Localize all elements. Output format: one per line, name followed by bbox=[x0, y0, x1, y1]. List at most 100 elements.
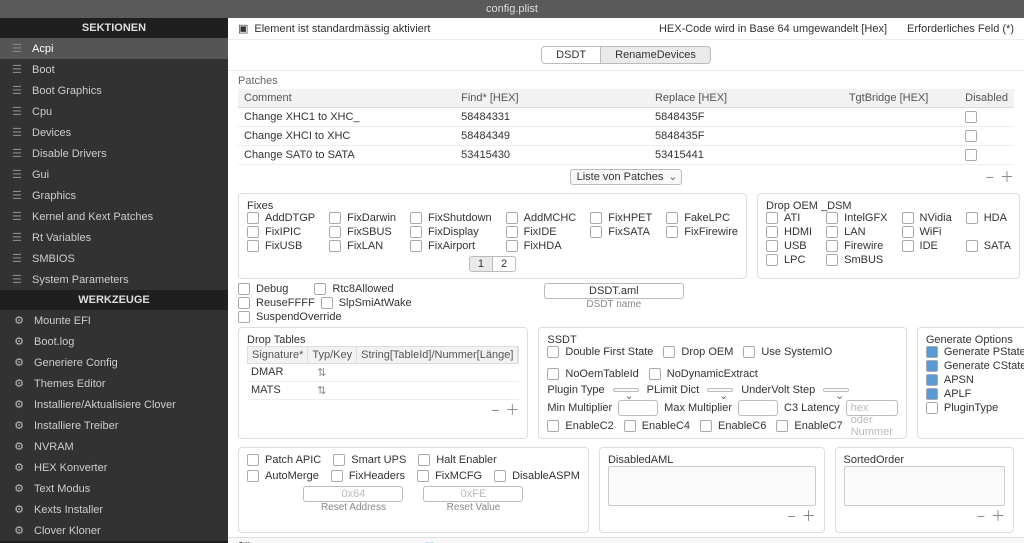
suspend-checkbox[interactable] bbox=[238, 311, 250, 323]
sata-checkbox[interactable] bbox=[966, 240, 978, 252]
lpc-checkbox[interactable] bbox=[766, 254, 778, 266]
table-row[interactable]: MATS⇅ bbox=[247, 382, 519, 400]
tool-item-themes-editor[interactable]: ⚙Themes Editor bbox=[0, 373, 228, 394]
sidebar-item-kernel-and-kext-patches[interactable]: ☰Kernel and Kext Patches bbox=[0, 206, 228, 227]
slp-checkbox[interactable] bbox=[321, 297, 333, 309]
generatepstates-checkbox[interactable] bbox=[926, 346, 938, 358]
plugin-select[interactable] bbox=[613, 388, 639, 392]
fixlan-checkbox[interactable] bbox=[329, 240, 341, 252]
disaspm-checkbox[interactable] bbox=[494, 470, 506, 482]
patches-list-select[interactable]: Liste von Patches bbox=[570, 169, 683, 185]
maxmul-input[interactable] bbox=[738, 400, 778, 416]
dfs-checkbox[interactable] bbox=[547, 346, 559, 358]
drop-remove-icon[interactable]: − bbox=[491, 402, 499, 418]
minmul-input[interactable] bbox=[618, 400, 658, 416]
fixipic-checkbox[interactable] bbox=[247, 226, 259, 238]
halt-checkbox[interactable] bbox=[418, 454, 430, 466]
tool-item-kexts-installer[interactable]: ⚙Kexts Installer bbox=[0, 499, 228, 520]
automerge-checkbox[interactable] bbox=[247, 470, 259, 482]
disabled-checkbox[interactable] bbox=[965, 149, 977, 161]
fixshutdown-checkbox[interactable] bbox=[410, 212, 422, 224]
disabled-checkbox[interactable] bbox=[965, 111, 977, 123]
sidebar-item-rt-variables[interactable]: ☰Rt Variables bbox=[0, 227, 228, 248]
ec6-checkbox[interactable] bbox=[700, 420, 712, 432]
tool-item-hex-konverter[interactable]: ⚙HEX Konverter bbox=[0, 457, 228, 478]
reuse-checkbox[interactable] bbox=[238, 297, 250, 309]
wifi-checkbox[interactable] bbox=[902, 226, 914, 238]
patches-add-icon[interactable]: ＋ bbox=[1000, 167, 1014, 187]
fixes-pager[interactable]: 12 bbox=[469, 256, 516, 272]
fixheaders-checkbox[interactable] bbox=[331, 470, 343, 482]
nodyn-checkbox[interactable] bbox=[649, 368, 661, 380]
rtc-checkbox[interactable] bbox=[314, 283, 326, 295]
tool-item-text-modus[interactable]: ⚙Text Modus bbox=[0, 478, 228, 499]
hdmi-checkbox[interactable] bbox=[766, 226, 778, 238]
tab-renamedevices[interactable]: RenameDevices bbox=[601, 46, 711, 64]
fixhda-checkbox[interactable] bbox=[506, 240, 518, 252]
fixdisplay-checkbox[interactable] bbox=[410, 226, 422, 238]
tool-item-clover-kloner[interactable]: ⚙Clover Kloner bbox=[0, 520, 228, 541]
nooem-checkbox[interactable] bbox=[547, 368, 559, 380]
fixdarwin-checkbox[interactable] bbox=[329, 212, 341, 224]
disabledaml-list[interactable] bbox=[608, 466, 816, 506]
smartups-checkbox[interactable] bbox=[333, 454, 345, 466]
fixide-checkbox[interactable] bbox=[506, 226, 518, 238]
sysio-checkbox[interactable] bbox=[743, 346, 755, 358]
adddtgp-checkbox[interactable] bbox=[247, 212, 259, 224]
tool-item-installiere-aktualisiere-clover[interactable]: ⚙Installiere/Aktualisiere Clover bbox=[0, 394, 228, 415]
fixmcfg-checkbox[interactable] bbox=[417, 470, 429, 482]
c3lat-input[interactable]: hex oder Nummer bbox=[846, 400, 898, 416]
tool-item-boot.log[interactable]: ⚙Boot.log bbox=[0, 331, 228, 352]
sidebar-item-disable-drivers[interactable]: ☰Disable Drivers bbox=[0, 143, 228, 164]
ec2-checkbox[interactable] bbox=[547, 420, 559, 432]
drop-add-icon[interactable]: ＋ bbox=[505, 400, 519, 420]
ec7-checkbox[interactable] bbox=[776, 420, 788, 432]
debug-checkbox[interactable] bbox=[238, 283, 250, 295]
patchapic-checkbox[interactable] bbox=[247, 454, 259, 466]
tool-item-nvram[interactable]: ⚙NVRAM bbox=[0, 436, 228, 457]
daml-add-icon[interactable]: ＋ bbox=[802, 506, 816, 526]
apsn-checkbox[interactable] bbox=[926, 374, 938, 386]
usb-checkbox[interactable] bbox=[766, 240, 778, 252]
sorted-list[interactable] bbox=[844, 466, 1005, 506]
patches-remove-icon[interactable]: − bbox=[986, 169, 994, 185]
nvidia-checkbox[interactable] bbox=[902, 212, 914, 224]
dsdt-name-input[interactable]: DSDT.aml bbox=[544, 283, 684, 299]
hda-checkbox[interactable] bbox=[966, 212, 978, 224]
tool-item-generiere-config[interactable]: ⚙Generiere Config bbox=[0, 352, 228, 373]
sidebar-item-cpu[interactable]: ☰Cpu bbox=[0, 101, 228, 122]
sidebar-item-acpi[interactable]: ☰Acpi bbox=[0, 38, 228, 59]
plugintype-checkbox[interactable] bbox=[926, 402, 938, 414]
reset-addr-input[interactable]: 0x64 bbox=[303, 486, 403, 502]
collapse-icon[interactable]: ▣ bbox=[238, 22, 248, 35]
tool-item-mounte-efi[interactable]: ⚙Mounte EFI bbox=[0, 310, 228, 331]
fakelpc-checkbox[interactable] bbox=[666, 212, 678, 224]
undervolt-select[interactable] bbox=[823, 388, 849, 392]
fixsbus-checkbox[interactable] bbox=[329, 226, 341, 238]
aplf-checkbox[interactable] bbox=[926, 388, 938, 400]
generatecstates-checkbox[interactable] bbox=[926, 360, 938, 372]
sidebar-item-smbios[interactable]: ☰SMBIOS bbox=[0, 248, 228, 269]
intelgfx-checkbox[interactable] bbox=[826, 212, 838, 224]
reset-val-input[interactable]: 0xFE bbox=[423, 486, 523, 502]
sorted-add-icon[interactable]: ＋ bbox=[991, 506, 1005, 526]
table-row[interactable]: Change XHC1 to XHC_584843315848435F bbox=[238, 108, 1014, 127]
fixhpet-checkbox[interactable] bbox=[590, 212, 602, 224]
sidebar-item-gui[interactable]: ☰Gui bbox=[0, 164, 228, 185]
plimit-select[interactable] bbox=[707, 388, 733, 392]
table-row[interactable]: DMAR⇅ bbox=[247, 364, 519, 382]
dropoem-checkbox[interactable] bbox=[663, 346, 675, 358]
ide-checkbox[interactable] bbox=[902, 240, 914, 252]
sidebar-item-system-parameters[interactable]: ☰System Parameters bbox=[0, 269, 228, 290]
daml-remove-icon[interactable]: − bbox=[787, 508, 795, 524]
sidebar-item-boot-graphics[interactable]: ☰Boot Graphics bbox=[0, 80, 228, 101]
tab-dsdt[interactable]: DSDT bbox=[541, 46, 601, 64]
sorted-remove-icon[interactable]: − bbox=[977, 508, 985, 524]
ati-checkbox[interactable] bbox=[766, 212, 778, 224]
disabled-checkbox[interactable] bbox=[965, 130, 977, 142]
ec4-checkbox[interactable] bbox=[624, 420, 636, 432]
tool-item-installiere-treiber[interactable]: ⚙Installiere Treiber bbox=[0, 415, 228, 436]
sidebar-item-devices[interactable]: ☰Devices bbox=[0, 122, 228, 143]
firewire-checkbox[interactable] bbox=[826, 240, 838, 252]
addmchc-checkbox[interactable] bbox=[506, 212, 518, 224]
